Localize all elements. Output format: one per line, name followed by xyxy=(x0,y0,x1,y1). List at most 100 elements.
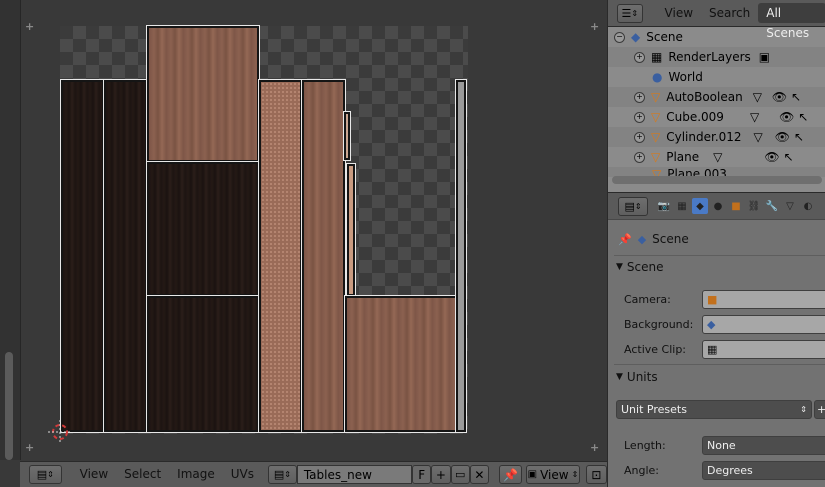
collapse-icon[interactable]: − xyxy=(614,31,625,43)
uv-canvas[interactable] xyxy=(60,25,468,434)
2d-cursor-icon[interactable] xyxy=(48,420,72,444)
pin-image-button[interactable]: 📌 xyxy=(499,465,523,484)
region-expand-icon[interactable]: + xyxy=(25,20,34,33)
region-expand-icon[interactable]: + xyxy=(590,20,599,33)
open-image-button[interactable]: ▭ xyxy=(450,465,470,484)
uv-island[interactable] xyxy=(146,295,260,433)
background-scene-field[interactable]: ◆ xyxy=(702,314,825,334)
expand-icon[interactable]: + xyxy=(634,91,645,103)
length-select[interactable]: None xyxy=(702,435,825,455)
length-label: Length: xyxy=(624,438,666,452)
render-layers-icon: ▦ xyxy=(651,50,663,64)
image-editor-icon: ▤ xyxy=(36,468,48,481)
menu-view[interactable]: View xyxy=(72,462,116,487)
uv-island[interactable] xyxy=(103,79,148,433)
properties-editor[interactable]: ▤ ⇕ 📷 ▦ ◆ ● ■ ⛓ 🔧 ▽ ◐ 📌 ◆ Scene ▼ Scene … xyxy=(607,192,825,487)
menu-search[interactable]: Search xyxy=(701,3,758,23)
uv-island[interactable] xyxy=(343,111,351,161)
unlink-image-button[interactable]: ✕ xyxy=(469,465,490,484)
cursor-select-icon[interactable]: ↖ xyxy=(794,130,804,144)
scene-tab-icon[interactable]: ◆ xyxy=(692,198,708,214)
pivot-button[interactable]: ⊡ xyxy=(585,465,607,484)
uv-island[interactable] xyxy=(301,79,346,433)
material-tab-icon[interactable]: ◐ xyxy=(800,198,816,214)
mesh-data-icon: ▽ xyxy=(749,110,760,124)
outliner-row-autoboolean[interactable]: + ▽ AutoBoolean ▽ 👁 ↖ xyxy=(608,87,825,107)
cursor-select-icon[interactable]: ↖ xyxy=(784,150,794,164)
uv-island[interactable] xyxy=(146,161,260,297)
outliner-row-label: Plane xyxy=(666,150,700,164)
uv-island[interactable] xyxy=(346,163,356,297)
editor-type-button[interactable]: ☰ ⇕ xyxy=(617,3,643,23)
render-icon[interactable]: 📷 xyxy=(656,198,672,214)
active-clip-row: Active Clip: ▦ xyxy=(624,339,825,359)
angle-label: Angle: xyxy=(624,463,660,477)
units-panel-header[interactable]: ▼ Units xyxy=(616,366,825,388)
region-expand-icon[interactable]: + xyxy=(25,441,34,454)
outliner-row-cylinder012[interactable]: + ▽ Cylinder.012 ▽ 👁 ↖ xyxy=(608,127,825,147)
cursor-select-icon[interactable]: ↖ xyxy=(798,110,808,124)
updown-icon: ⇕ xyxy=(800,404,807,414)
outliner-row-renderlayers[interactable]: + ▦ RenderLayers ▣ xyxy=(608,47,825,67)
region-expand-icon[interactable]: + xyxy=(590,441,599,454)
uv-island[interactable] xyxy=(455,79,467,433)
outliner-row-scene[interactable]: − ◆ Scene xyxy=(608,27,825,47)
uv-island[interactable] xyxy=(258,79,303,433)
data-tab-icon[interactable]: ▽ xyxy=(782,198,798,214)
outliner-row-plane[interactable]: + ▽ Plane ▽ 👁 ↖ xyxy=(608,147,825,167)
world-tab-icon[interactable]: ● xyxy=(710,198,726,214)
expand-icon[interactable]: + xyxy=(634,151,645,163)
render-layers-icon[interactable]: ▦ xyxy=(674,198,690,214)
outliner-row-label: AutoBoolean xyxy=(666,90,743,104)
uv-image-editor[interactable]: + + + + ▤ ⇕ View Select Image UVs ▤ ⇕ Ta… xyxy=(0,0,607,487)
editor-type-button[interactable]: ▤ ⇕ xyxy=(618,196,648,216)
active-clip-label: Active Clip: xyxy=(624,342,687,356)
horizontal-scrollbar[interactable] xyxy=(612,176,822,184)
uv-mode-icon: ▣ xyxy=(527,469,538,480)
image-name-field[interactable]: Tables_new xyxy=(296,465,413,484)
object-tab-icon[interactable]: ■ xyxy=(728,198,744,214)
expand-icon[interactable]: + xyxy=(634,51,645,63)
eye-icon[interactable]: 👁 xyxy=(779,110,794,124)
image-icon: ▤ xyxy=(273,468,285,481)
eye-icon[interactable]: 👁 xyxy=(764,150,779,164)
menu-image[interactable]: Image xyxy=(169,462,223,487)
new-image-button[interactable]: + xyxy=(431,465,451,484)
expand-icon[interactable]: + xyxy=(634,111,645,123)
vertical-scrollbar[interactable] xyxy=(5,352,13,460)
updown-icon: ⇕ xyxy=(47,470,54,479)
active-clip-field[interactable]: ▦ xyxy=(702,339,825,359)
menu-view[interactable]: View xyxy=(657,3,701,23)
outliner-row-label: Cube.009 xyxy=(666,110,724,124)
modifiers-tab-icon[interactable]: 🔧 xyxy=(764,198,780,214)
outliner-row-cube009[interactable]: + ▽ Cube.009 ▽ 👁 ↖ xyxy=(608,107,825,127)
mode-select[interactable]: ▣ View ⇕ xyxy=(526,465,580,484)
uv-island[interactable] xyxy=(60,79,105,433)
unit-presets-row: Unit Presets ⇕ + xyxy=(616,399,825,419)
menu-select[interactable]: Select xyxy=(116,462,169,487)
uv-island[interactable] xyxy=(344,295,458,433)
eye-icon[interactable]: 👁 xyxy=(772,90,787,104)
outliner-row-world[interactable]: ● World xyxy=(608,67,825,87)
menu-uvs[interactable]: UVs xyxy=(223,462,262,487)
uv-island[interactable] xyxy=(146,25,260,163)
camera-field[interactable]: ■ xyxy=(702,289,825,309)
mesh-icon: ▽ xyxy=(651,90,661,104)
constraints-tab-icon[interactable]: ⛓ xyxy=(746,198,762,214)
angle-select[interactable]: Degrees xyxy=(702,460,825,480)
image-browse-button[interactable]: ▤ ⇕ xyxy=(268,465,297,484)
pin-icon[interactable]: 📌 xyxy=(618,233,632,246)
fake-user-button[interactable]: F xyxy=(412,465,432,484)
cursor-select-icon[interactable]: ↖ xyxy=(791,90,801,104)
divider xyxy=(614,364,825,365)
outliner[interactable]: ☰ ⇕ View Search All Scenes − ◆ Scene + ▦… xyxy=(607,0,825,192)
add-preset-button[interactable]: + xyxy=(814,399,825,419)
editor-type-button[interactable]: ▤ ⇕ xyxy=(29,465,62,484)
scene-panel-header[interactable]: ▼ Scene xyxy=(616,256,825,278)
expand-icon[interactable]: + xyxy=(634,131,645,143)
movie-clip-icon: ▦ xyxy=(707,342,718,356)
unit-presets-menu[interactable]: Unit Presets ⇕ xyxy=(616,399,812,419)
eye-icon[interactable]: 👁 xyxy=(775,130,790,144)
unit-presets-label: Unit Presets xyxy=(621,402,687,416)
display-mode-all-scenes[interactable]: All Scenes xyxy=(758,3,825,40)
